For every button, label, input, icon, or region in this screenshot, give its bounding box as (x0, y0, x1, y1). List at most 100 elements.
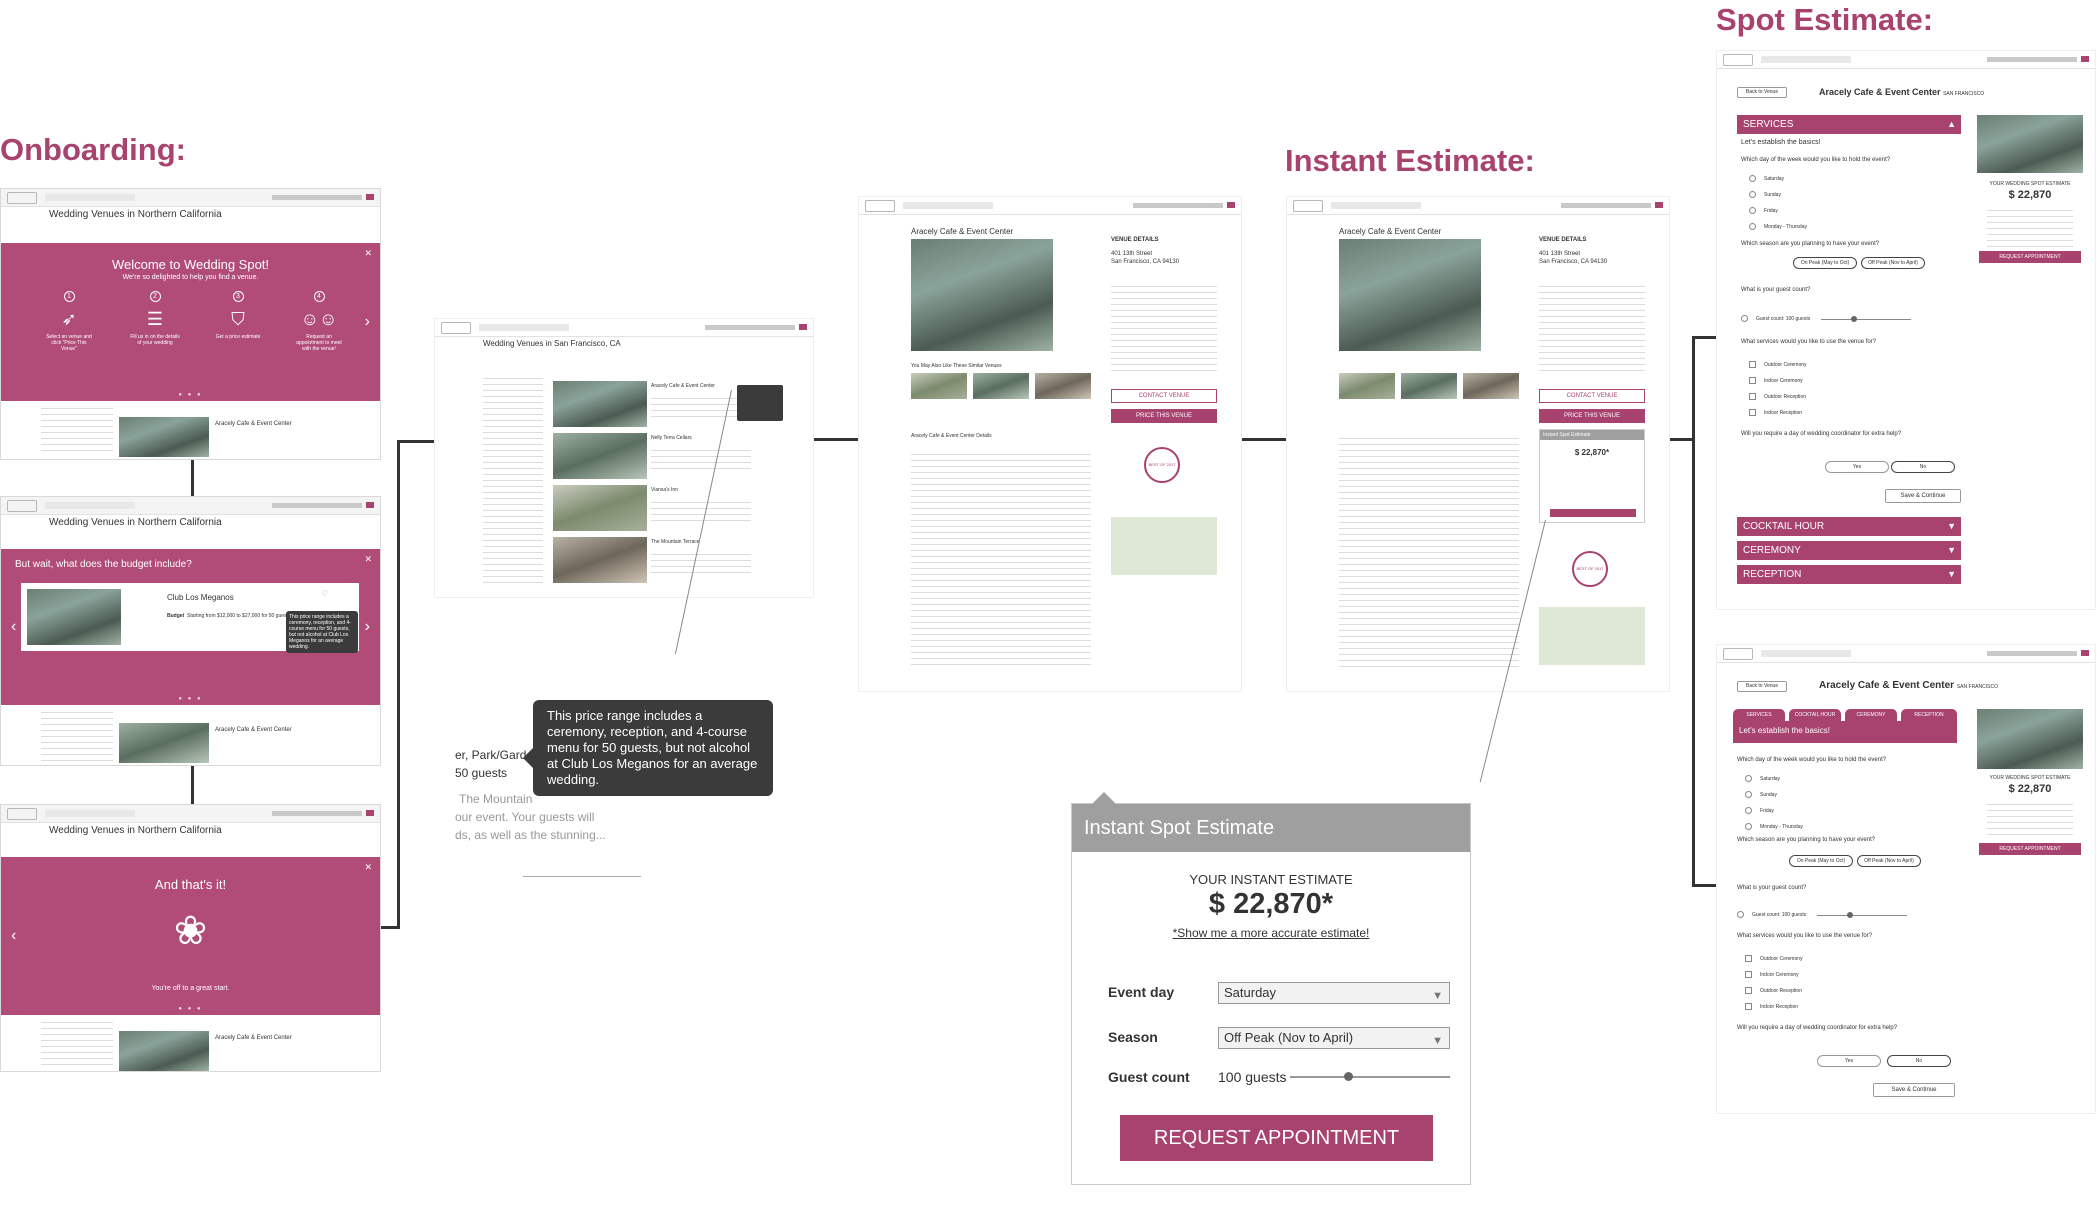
reception-section[interactable]: RECEPTION ▼ (1737, 565, 1961, 584)
map[interactable] (1539, 607, 1645, 665)
close-icon[interactable]: ✕ (364, 862, 372, 873)
listing-venue-name[interactable]: Aracely Cafe & Event Center (215, 727, 292, 733)
search-input[interactable] (45, 194, 135, 201)
venue-photo[interactable] (119, 1031, 209, 1071)
service-indoor-reception[interactable]: Indoor Reception (1749, 409, 1802, 416)
back-to-venue-button[interactable]: Back to Venue (1737, 87, 1787, 98)
day-option-sunday[interactable]: Sunday (1749, 191, 1781, 198)
flag-icon[interactable] (366, 194, 374, 200)
venue-photo[interactable] (553, 381, 647, 427)
venue-name-4[interactable]: The Mountain Terrace (651, 539, 700, 545)
page-title: Wedding Venues in Northern California (49, 517, 222, 528)
venue-name-3[interactable]: Viansa's Inn (651, 487, 678, 493)
season-on-peak[interactable]: On Peak (May to Oct) (1789, 855, 1853, 867)
ceremony-section[interactable]: CEREMONY ▼ (1737, 541, 1961, 560)
request-appointment-button[interactable]: REQUEST APPOINTMENT (1120, 1115, 1433, 1161)
venue-photo[interactable] (119, 723, 209, 763)
guest-slider[interactable] (1290, 1072, 1450, 1081)
carousel-dots[interactable]: ● ● ● (1, 696, 380, 702)
venue-side-photo (1977, 115, 2083, 173)
tab-reception[interactable]: RECEPTION (1901, 709, 1957, 721)
service-indoor-ceremony[interactable]: Indoor Ceremony (1749, 377, 1803, 384)
service-outdoor-reception[interactable]: Outdoor Reception (1749, 393, 1806, 400)
season-select[interactable]: Off Peak (Nov to April) ▼ (1218, 1027, 1450, 1049)
venue-name[interactable]: Club Los Meganos (167, 593, 234, 602)
coordinator-no[interactable]: No (1887, 1055, 1951, 1067)
contact-venue-button[interactable]: CONTACT VENUE (1111, 389, 1217, 403)
done-title: And that's it! (154, 877, 227, 892)
day-option-saturday[interactable]: Saturday (1745, 775, 1780, 782)
venue-name-2[interactable]: Nelly Terra Cellars (651, 435, 692, 441)
price-this-venue-button[interactable]: PRICE THIS VENUE (1539, 409, 1645, 423)
coordinator-yes[interactable]: Yes (1825, 461, 1889, 473)
carousel-dots[interactable]: ● ● ● (1, 1006, 380, 1012)
day-option-friday[interactable]: Friday (1749, 207, 1778, 214)
listing-venue-name[interactable]: Aracely Cafe & Event Center (215, 1035, 292, 1041)
onboarding-heading: Onboarding: (0, 132, 186, 167)
day-option-friday[interactable]: Friday (1745, 807, 1774, 814)
chevron-down-icon: ▼ (1432, 990, 1443, 1002)
top-bar (435, 319, 813, 337)
day-option-sunday[interactable]: Sunday (1745, 791, 1777, 798)
next-arrow-icon[interactable]: › (365, 618, 370, 636)
side-request-button[interactable]: REQUEST APPOINTMENT (1979, 251, 2081, 263)
map[interactable] (1111, 517, 1217, 575)
welcome-subtitle: We're so delighted to help you find a ve… (122, 274, 259, 281)
more-accurate-link[interactable]: *Show me a more accurate estimate! (1072, 926, 1470, 940)
next-arrow-icon[interactable]: › (365, 313, 370, 331)
service-outdoor-ceremony[interactable]: Outdoor Ceremony (1745, 955, 1803, 962)
carousel-dots[interactable]: ● ● ● (1, 392, 380, 398)
venue-hero-photo[interactable] (911, 239, 1053, 351)
coordinator-yes[interactable]: Yes (1817, 1055, 1881, 1067)
day-option-mon-thu[interactable]: Monday - Thursday (1749, 223, 1807, 230)
cocktail-hour-section[interactable]: COCKTAIL HOUR ▼ (1737, 517, 1961, 536)
heart-icon[interactable]: ♡ (321, 589, 328, 598)
season-off-peak[interactable]: Off Peak (Nov to April) (1861, 257, 1925, 269)
fragment-1: er, Park/Garde (455, 748, 534, 762)
venue-photo[interactable] (553, 537, 647, 583)
prev-arrow-icon[interactable]: ‹ (11, 618, 16, 636)
close-icon[interactable]: ✕ (364, 554, 372, 565)
tab-services[interactable]: SERVICES (1733, 709, 1785, 721)
venue-photo[interactable] (553, 485, 647, 531)
service-outdoor-ceremony[interactable]: Outdoor Ceremony (1749, 361, 1807, 368)
question-season: Which season are you planning to have yo… (1737, 837, 1876, 843)
contact-venue-button[interactable]: CONTACT VENUE (1539, 389, 1645, 403)
service-outdoor-reception[interactable]: Outdoor Reception (1745, 987, 1802, 994)
guest-slider[interactable] (1821, 316, 1911, 322)
tab-ceremony[interactable]: CEREMONY (1845, 709, 1897, 721)
venue-photo[interactable] (119, 417, 209, 457)
top-bar (859, 197, 1241, 215)
listing-venue-name[interactable]: Aracely Cafe & Event Center (215, 421, 292, 427)
day-option-mon-thu[interactable]: Monday - Thursday (1745, 823, 1803, 830)
similar-title: You May Also Like These Similar Venues (911, 363, 1002, 369)
season-off-peak[interactable]: Off Peak (Nov to April) (1857, 855, 1921, 867)
service-indoor-ceremony[interactable]: Indoor Ceremony (1745, 971, 1799, 978)
logo (7, 192, 37, 204)
tab-cocktail-hour[interactable]: COCKTAIL HOUR (1789, 709, 1841, 721)
event-day-select[interactable]: Saturday ▼ (1218, 982, 1450, 1004)
season-on-peak[interactable]: On Peak (May to Oct) (1793, 257, 1857, 269)
save-continue-button[interactable]: Save & Continue (1885, 489, 1961, 503)
collapse-icon: ▲ (1947, 119, 1956, 129)
guest-slider-thumb[interactable] (1343, 1072, 1353, 1081)
nav-links[interactable] (272, 195, 362, 200)
venue-photo[interactable] (27, 589, 121, 645)
venue-photo[interactable] (553, 433, 647, 479)
venue-hero-photo[interactable] (1339, 239, 1481, 351)
done-overlay: ✕ And that's it! ❀ You're off to a great… (1, 857, 380, 1015)
venue-name-1[interactable]: Aracely Cafe & Event Center (651, 383, 715, 389)
venue-side-photo (1977, 709, 2083, 769)
guest-slider[interactable] (1817, 912, 1907, 918)
back-to-venue-button[interactable]: Back to Venue (1737, 681, 1787, 692)
venue-details-title: VENUE DETAILS (1111, 237, 1159, 243)
save-continue-button[interactable]: Save & Continue (1873, 1083, 1955, 1097)
intro-text: Let's establish the basics! (1733, 721, 1957, 743)
coordinator-no[interactable]: No (1891, 461, 1955, 473)
services-section[interactable]: SERVICES ▲ (1737, 115, 1961, 134)
prev-arrow-icon[interactable]: ‹ (11, 927, 16, 945)
day-option-saturday[interactable]: Saturday (1749, 175, 1784, 182)
service-indoor-reception[interactable]: Indoor Reception (1745, 1003, 1798, 1010)
side-request-button[interactable]: REQUEST APPOINTMENT (1979, 843, 2081, 855)
price-this-venue-button[interactable]: PRICE THIS VENUE (1111, 409, 1217, 423)
